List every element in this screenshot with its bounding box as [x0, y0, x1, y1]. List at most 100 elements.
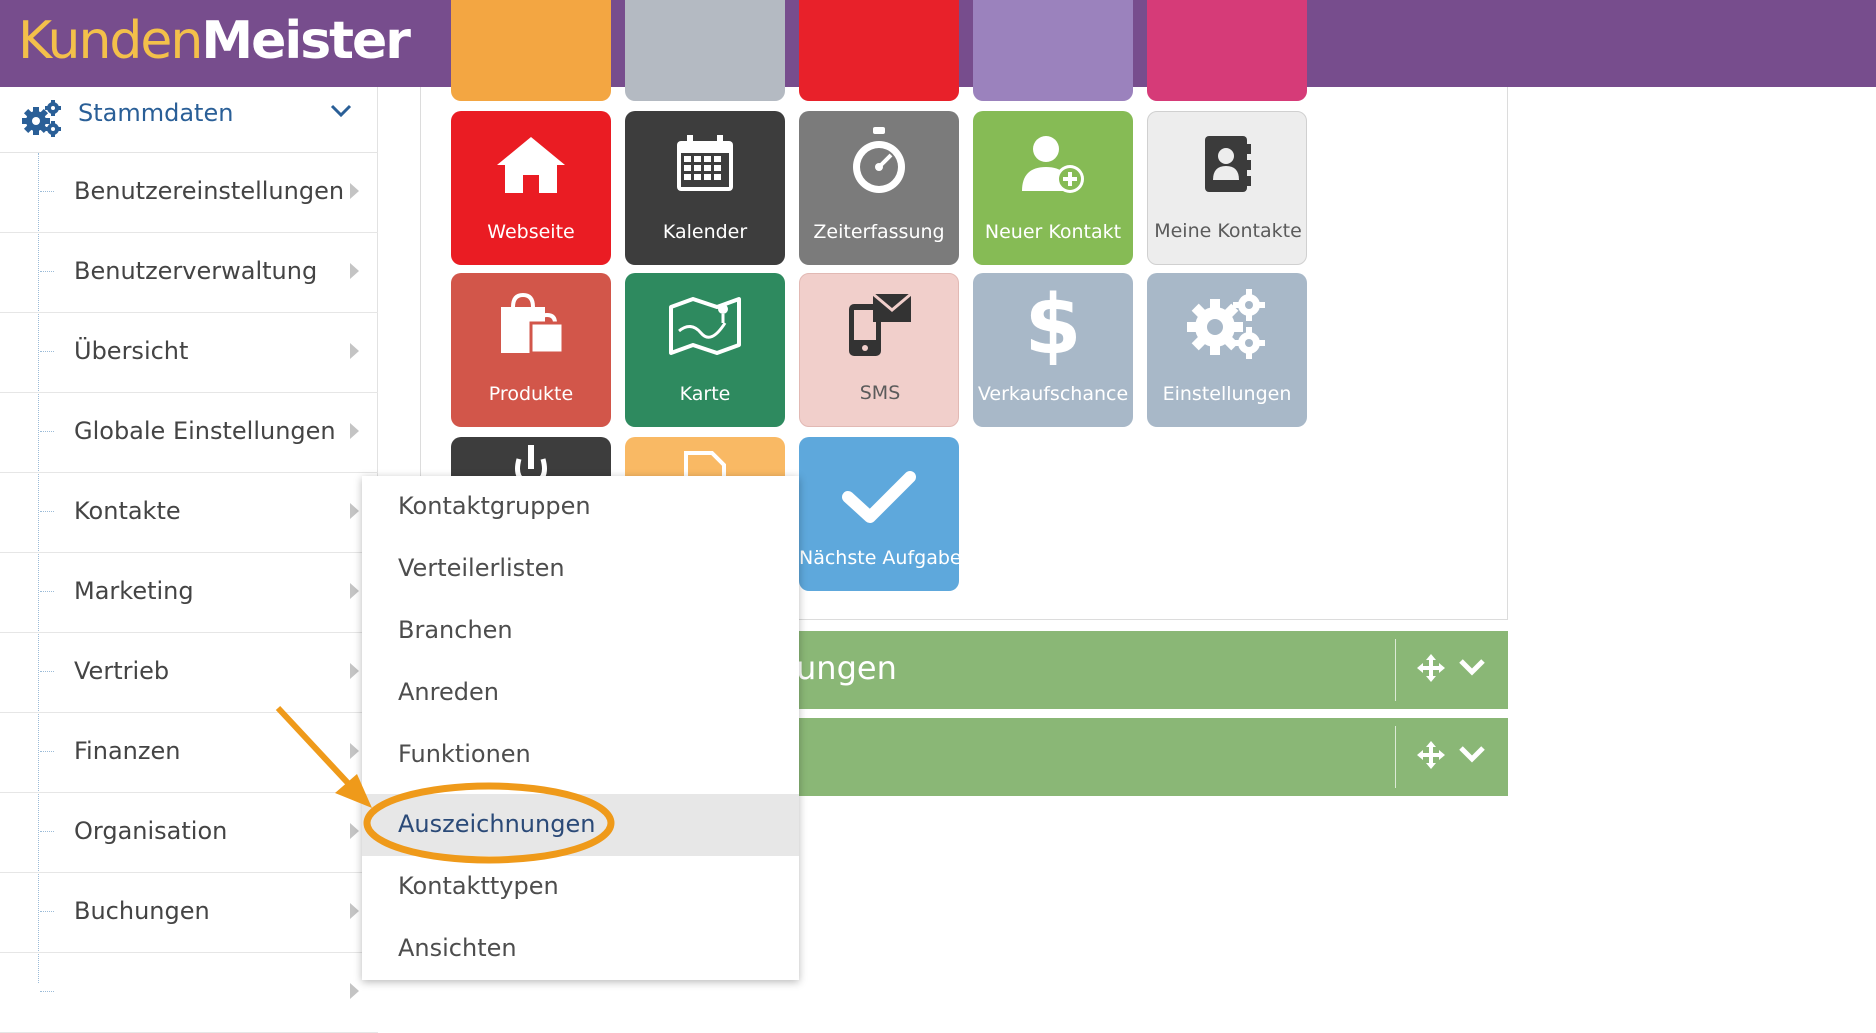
caret-right-icon [350, 423, 359, 439]
sidebar-item-label: Finanzen [74, 737, 181, 765]
tile-sms[interactable]: SMS [799, 273, 959, 427]
tile-kalender[interactable]: Kalender [625, 111, 785, 265]
menu-item-label: Anreden [398, 678, 499, 706]
menu-item-label: Branchen [398, 616, 513, 644]
sidebar-item-finanzen[interactable]: Finanzen [0, 713, 378, 793]
menu-item-kontakttypen[interactable]: Kontakttypen [362, 856, 799, 918]
tile-neuer-kontakt[interactable]: Neuer Kontakt [973, 111, 1133, 265]
menu-item-auszeichnungen[interactable]: Auszeichnungen [362, 794, 799, 856]
sidebar-item-label: Übersicht [74, 337, 189, 365]
menu-item-label: Kontaktgruppen [398, 492, 591, 520]
menu-item-ansichten[interactable]: Ansichten [362, 918, 799, 980]
menu-item-funktionen[interactable]: Funktionen [362, 724, 799, 786]
strip-divider [1395, 726, 1396, 788]
sidebar-item-uebersicht[interactable]: Übersicht [0, 313, 378, 393]
tile-karte[interactable]: Karte [625, 273, 785, 427]
caret-right-icon [350, 983, 359, 999]
menu-item-label: Verteilerlisten [398, 554, 565, 582]
sidebar-item-label: Organisation [74, 817, 228, 845]
menu-item-label: Auszeichnungen [398, 810, 596, 838]
submenu-kontakte: Kontaktgruppen Verteilerlisten Branchen … [362, 476, 799, 980]
tile-zeiterfassung[interactable]: Zeiterfassung [799, 111, 959, 265]
strip-divider [1395, 639, 1396, 701]
widget-strip-2 [784, 718, 1508, 796]
tile-label-webseite: Webseite [487, 221, 575, 243]
logo-part-meister: Meister [201, 11, 411, 71]
sidebar-item-label: Benutzerverwaltung [74, 257, 318, 285]
tile-label-kalender: Kalender [662, 221, 748, 243]
tile-einstellungen[interactable]: Einstellungen [1147, 273, 1307, 427]
svg-text:$: $ [1028, 281, 1078, 365]
tile-webseite[interactable]: Webseite [451, 111, 611, 265]
sidebar-item-label: Globale Einstellungen [74, 417, 336, 445]
sidebar-item-benutzerverwaltung[interactable]: Benutzerverwaltung [0, 233, 378, 313]
sidebar-item-marketing[interactable]: Marketing [0, 553, 378, 633]
sidebar-item-kontakte[interactable]: Kontakte [0, 473, 378, 553]
sidebar: Stammdaten Benutzereinstellungen Benutze… [0, 87, 378, 1033]
tile-partial-purple[interactable] [973, 0, 1133, 101]
move-icon[interactable] [1416, 740, 1446, 770]
tile-label-verkaufschance: Verkaufschance [977, 383, 1129, 405]
dollar-icon: $ [1028, 281, 1078, 365]
menu-item-label: Funktionen [398, 740, 531, 768]
chevron-down-icon[interactable] [1458, 657, 1486, 677]
sidebar-item-benutzereinstellungen[interactable]: Benutzereinstellungen [0, 153, 378, 233]
sidebar-item-label: Kontakte [74, 497, 181, 525]
home-icon [497, 137, 565, 193]
menu-item-label: Ansichten [398, 934, 517, 962]
shopping-bags-icon [501, 293, 565, 355]
sidebar-item-label: Buchungen [74, 897, 210, 925]
gears-icon [1187, 289, 1265, 359]
sidebar-item-vertrieb[interactable]: Vertrieb [0, 633, 378, 713]
chevron-down-icon[interactable] [1458, 744, 1486, 764]
tile-naechste-aufgabe[interactable]: Nächste Aufgabe [799, 437, 962, 591]
map-icon [669, 297, 741, 355]
calendar-icon [677, 135, 733, 191]
sidebar-item-label: Marketing [74, 577, 194, 605]
move-icon[interactable] [1416, 653, 1446, 683]
tile-label-sms: SMS [859, 382, 901, 404]
tile-label-meine-kontakte: Meine Kontakte [1154, 220, 1302, 242]
sidebar-item-label: Vertrieb [74, 657, 170, 685]
tile-label-produkte: Produkte [488, 383, 574, 405]
sidebar-header-label: Stammdaten [78, 99, 234, 127]
sidebar-item-buchungen[interactable]: Buchungen [0, 873, 378, 953]
caret-right-icon [350, 823, 359, 839]
caret-right-icon [350, 263, 359, 279]
chevron-down-icon [330, 104, 352, 118]
stopwatch-icon [853, 127, 905, 193]
sidebar-item-label: Benutzereinstellungen [74, 177, 345, 205]
tile-partial-gray[interactable] [625, 0, 785, 101]
checkmark-icon [842, 471, 916, 523]
tile-verkaufschance[interactable]: $ Verkaufschance [973, 273, 1133, 427]
tile-partial-pink[interactable] [1147, 0, 1307, 101]
menu-item-anreden[interactable]: Anreden [362, 662, 799, 724]
caret-right-icon [350, 503, 359, 519]
tile-label-naechste-aufgabe: Nächste Aufgabe [799, 547, 962, 569]
tile-meine-kontakte[interactable]: Meine Kontakte [1147, 111, 1307, 265]
caret-right-icon [350, 903, 359, 919]
address-book-icon [1205, 136, 1251, 192]
sidebar-section-stammdaten[interactable]: Stammdaten [0, 87, 378, 153]
menu-item-verteilerlisten[interactable]: Verteilerlisten [362, 538, 799, 600]
tile-partial-orange[interactable] [451, 0, 611, 101]
caret-right-icon [350, 183, 359, 199]
gears-icon [22, 100, 61, 137]
add-user-icon [1022, 136, 1084, 193]
menu-item-label: Kontakttypen [398, 872, 559, 900]
app-logo[interactable]: KundenMeister [18, 6, 411, 76]
widget-strip-1: ungen [784, 631, 1508, 709]
sidebar-item-cutoff[interactable] [0, 953, 378, 1033]
tile-produkte[interactable]: Produkte [451, 273, 611, 427]
tile-label-einstellungen: Einstellungen [1162, 383, 1292, 405]
sidebar-item-globale-einstellungen[interactable]: Globale Einstellungen [0, 393, 378, 473]
caret-right-icon [350, 743, 359, 759]
logo-part-kunden: Kunden [18, 11, 203, 71]
sidebar-item-organisation[interactable]: Organisation [0, 793, 378, 873]
caret-right-icon [350, 663, 359, 679]
caret-right-icon [350, 583, 359, 599]
menu-item-kontaktgruppen[interactable]: Kontaktgruppen [362, 476, 799, 538]
tile-partial-red[interactable] [799, 0, 959, 101]
menu-item-branchen[interactable]: Branchen [362, 600, 799, 662]
sms-phone-icon [849, 292, 912, 356]
